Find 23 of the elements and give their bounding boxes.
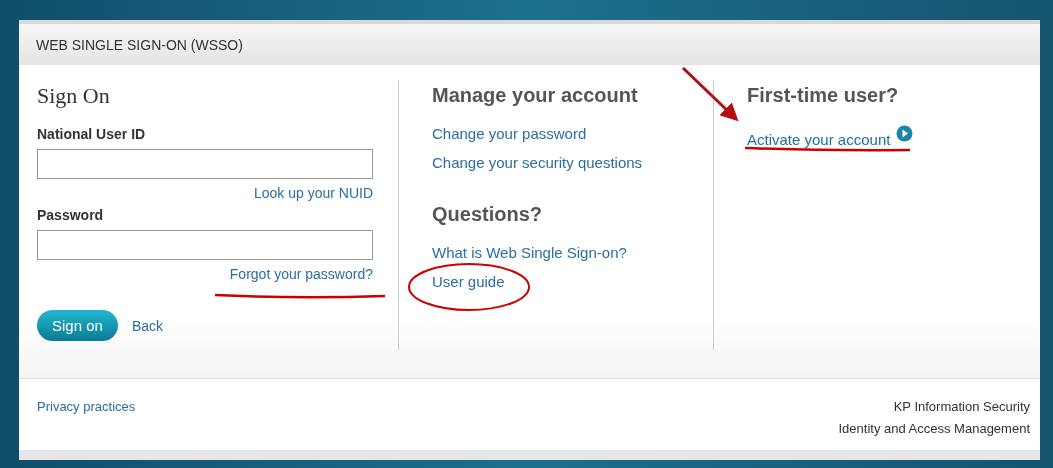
page-header-title: WEB SINGLE SIGN-ON (WSSO) bbox=[36, 36, 243, 53]
play-icon[interactable] bbox=[896, 125, 914, 142]
help-link[interactable]: Look up your NUID bbox=[253, 185, 373, 201]
help-link[interactable]: Forgot your password? bbox=[229, 266, 373, 282]
section-heading: Manage your account bbox=[432, 84, 639, 107]
privacy-link[interactable]: Privacy practices bbox=[37, 399, 136, 414]
account-link[interactable]: Change your security questions bbox=[432, 154, 713, 171]
back-link[interactable]: Back bbox=[131, 317, 163, 334]
input-field[interactable] bbox=[37, 149, 373, 179]
account-link[interactable]: What is Web Single Sign-on? bbox=[432, 244, 713, 261]
footer-text: Identity and Access Management bbox=[838, 421, 1030, 436]
footer-text: KP Information Security bbox=[893, 399, 1030, 414]
section-heading: Questions? bbox=[432, 203, 543, 226]
field-label: Password bbox=[37, 207, 105, 223]
sign-on-button[interactable]: Sign on bbox=[37, 310, 118, 341]
annotation-arrow bbox=[681, 66, 739, 122]
sign-on-title: Sign On bbox=[37, 83, 111, 109]
account-link[interactable]: Change your password bbox=[432, 125, 713, 142]
field-label: National User ID bbox=[37, 126, 147, 142]
section-heading: First-time user? bbox=[747, 84, 900, 107]
input-field[interactable] bbox=[37, 230, 373, 260]
account-link[interactable]: User guide bbox=[432, 273, 713, 290]
activate-account-link[interactable]: Activate your account bbox=[747, 125, 891, 148]
